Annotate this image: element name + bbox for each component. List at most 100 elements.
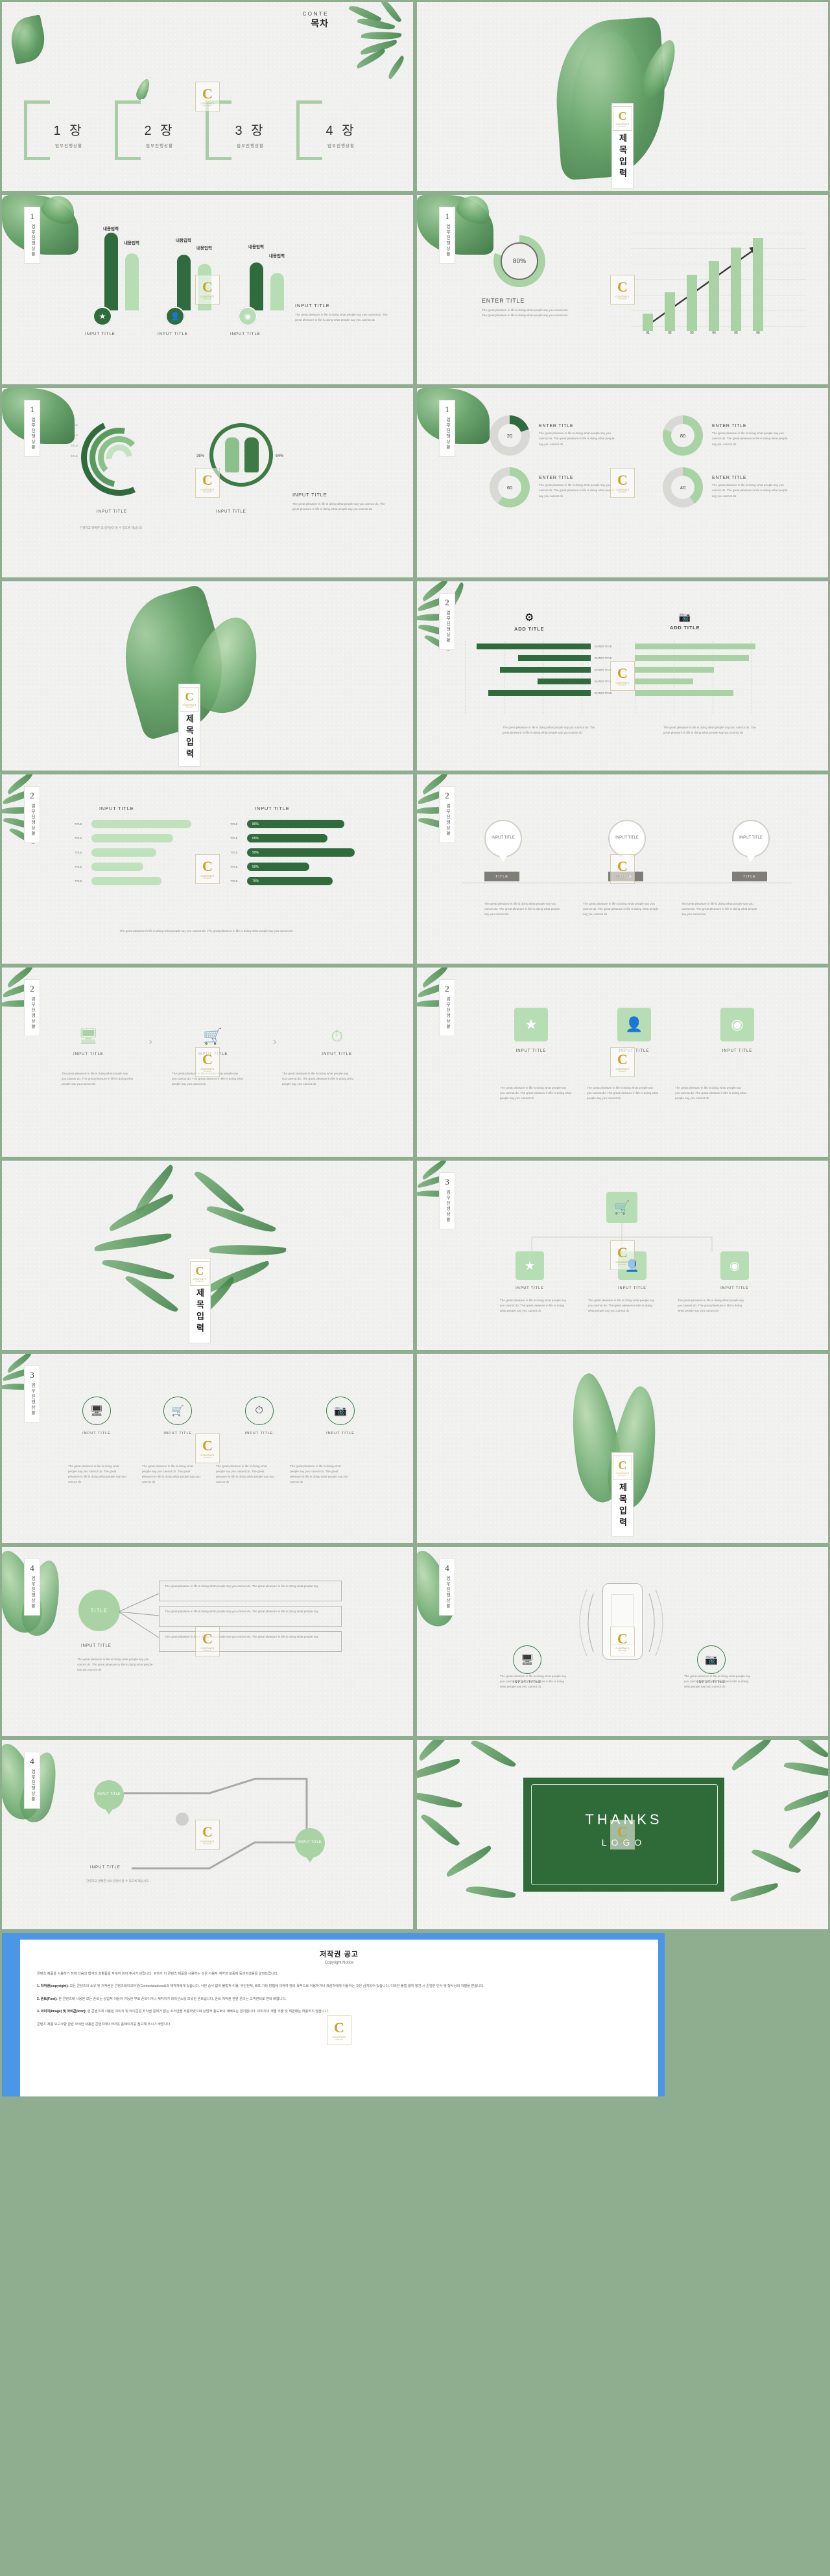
signal-wave-icon bbox=[579, 1589, 663, 1656]
monstera-leaf-decoration bbox=[417, 195, 495, 255]
chapter-tab: 2 업무진행상황 bbox=[439, 786, 455, 843]
donut-card: 40 ENTER TITLE The great pleasure in lif… bbox=[663, 467, 814, 507]
watermark-logo: C CONTENTS TAKEOUT bbox=[195, 1433, 220, 1463]
circle-note: The great pleasure in life is doing what… bbox=[68, 1465, 126, 1484]
square-icon-label: INPUT TITLE bbox=[619, 1049, 650, 1053]
icon-note: The great pleasure in life is doing what… bbox=[587, 1086, 658, 1100]
copyright-clause-head: 1. 저작권(copyright): bbox=[37, 1984, 69, 1989]
process-step[interactable]: 🛒 INPUT TITLE bbox=[198, 1027, 228, 1056]
pin-item[interactable]: INPUT TITLE TITLE bbox=[732, 820, 770, 881]
cart-icon[interactable]: 🛒 bbox=[606, 1192, 637, 1223]
rss-icon-badge[interactable]: ◉ bbox=[238, 307, 257, 326]
panel-note-left: The great pleasure in life is doing what… bbox=[503, 726, 595, 735]
toc-chapter-item[interactable]: 1 장 업무진행상황 bbox=[24, 99, 95, 161]
person-icon-badge[interactable]: 👤 bbox=[165, 307, 185, 326]
toc-chapter-subtitle: 업무진행상황 bbox=[55, 144, 82, 148]
zigzag-node-2[interactable]: INPUT TITLE bbox=[295, 1828, 325, 1858]
icon-note: The great pleasure in life is doing what… bbox=[500, 1086, 571, 1100]
panel-header-right: 📷 ADD TITLE bbox=[670, 612, 700, 631]
square-icon-item[interactable]: ★ INPUT TITLE bbox=[514, 1008, 548, 1053]
donut-description: ENTER TITLE The great pleasure in life i… bbox=[482, 297, 569, 318]
toc-heading: CONTE 목차 bbox=[303, 11, 329, 30]
copyright-title: 저작권 공고 bbox=[320, 1951, 359, 1958]
org-note: The great pleasure in life is doing what… bbox=[588, 1299, 655, 1313]
monitor-icon: 🖥 bbox=[513, 1645, 541, 1674]
bar bbox=[731, 248, 741, 331]
tag-icon-badge[interactable]: ★ bbox=[93, 307, 112, 326]
pin-label: INPUT TITLE bbox=[492, 836, 515, 841]
pin-note: The great pleasure in life is doing what… bbox=[484, 902, 560, 916]
chevron-right-icon: › bbox=[273, 1036, 277, 1047]
org-node[interactable]: ★ INPUT TITLE bbox=[516, 1251, 544, 1290]
square-icon-item[interactable]: ◉ INPUT TITLE bbox=[720, 1008, 754, 1053]
column-group: 내용입력 내용입력 bbox=[99, 227, 172, 310]
circle-item[interactable]: ⏱ INPUT TITLE bbox=[244, 1397, 274, 1435]
clock-icon: ⏱ bbox=[244, 1397, 274, 1425]
pin-label: INPUT TITLE bbox=[739, 836, 763, 841]
toc-chapter-number: 2 장 bbox=[144, 124, 175, 138]
toc-chapter-number: 3 장 bbox=[235, 124, 266, 138]
gender-value-right: 64% bbox=[275, 454, 283, 458]
toc-chapter-item[interactable]: 4 장 업무진행상황 bbox=[296, 99, 368, 161]
section-title-text: 제목입력 bbox=[195, 1288, 205, 1335]
bar bbox=[635, 679, 693, 684]
toc-chapter-item[interactable]: 2 장 업무진행상황 bbox=[115, 99, 186, 161]
chapter-tab-number: 1 bbox=[30, 211, 34, 221]
slide-pill-bars: 2 업무진행상황 INPUT TITLE INPUT TITLE TITLE TI… bbox=[2, 774, 413, 964]
pin-tag: TITLE bbox=[608, 872, 643, 881]
pin-item[interactable]: INPUT TITLE TITLE bbox=[608, 820, 646, 881]
bar bbox=[635, 667, 714, 673]
org-node[interactable]: 👤 INPUT TITLE bbox=[618, 1251, 646, 1290]
copyright-clause: 2. 폰트(Font): 본 콘텐츠에 사용된 모든 폰트는 상업적 이용이 가… bbox=[37, 1996, 641, 2002]
panel-note-right: The great pleasure in life is doing what… bbox=[663, 726, 756, 735]
toc-chapter-list: 1 장 업무진행상황 2 장 업무진행상황 3 장 업무진행상황 4 장 업무진… bbox=[24, 99, 368, 161]
section-title-card: C CONTENTS TAKEOUT 제목입력 bbox=[189, 1258, 211, 1343]
process-step[interactable]: ⏱ INPUT TITLE bbox=[322, 1028, 352, 1056]
chapter-tab: 4 업무진행상황 bbox=[439, 1559, 455, 1616]
slide-pin-timeline: 2 업무진행상황 INPUT TITLE TITLE INPUT TITLE TI… bbox=[417, 774, 828, 964]
bar bbox=[488, 690, 591, 696]
donut-center-value: 60 bbox=[506, 484, 513, 491]
pill-panel-left: TITLE TITLE TITLE TITLE TITLE bbox=[75, 820, 191, 885]
x-tick: 02 bbox=[668, 331, 672, 335]
x-tick: 05 bbox=[734, 331, 738, 335]
thanks-panel-inner-border bbox=[531, 1784, 718, 1885]
zigzag-dot bbox=[176, 1813, 189, 1826]
circle-item[interactable]: 🖥 INPUT TITLE bbox=[82, 1397, 111, 1435]
chart-description: INPUT TITLE The great pleasure in life i… bbox=[292, 492, 385, 511]
step-note: The great pleasure in life is doing what… bbox=[282, 1072, 353, 1086]
copyright-clause-head: 3. 이미지(Image) 및 아이콘(Icon): bbox=[37, 2010, 87, 2014]
slide-column-chart: 1 업무진행상황 내용입력 내용입력 내용입력 내용입력 내용입력 내용입력 ★… bbox=[2, 195, 413, 384]
toc-chapter-number: 4 장 bbox=[326, 124, 357, 138]
camera-icon: 📷 bbox=[326, 1397, 355, 1425]
chapter-tab: 4 업무진행상황 bbox=[24, 1752, 40, 1809]
square-icon-label: INPUT TITLE bbox=[516, 1049, 547, 1053]
callout-badge[interactable]: TITLE bbox=[78, 1590, 120, 1631]
copyright-subtitle: Copyright Notice bbox=[324, 1961, 354, 1965]
org-node[interactable]: ◉ INPUT TITLE bbox=[720, 1251, 749, 1290]
bar bbox=[635, 644, 755, 649]
gender-value-left: 36% bbox=[196, 454, 205, 458]
circle-label: INPUT TITLE bbox=[82, 1432, 111, 1435]
fern-leaf-decoration bbox=[417, 968, 497, 1043]
zigzag-node-1[interactable]: INPUT TITLE bbox=[94, 1780, 124, 1810]
toc-chapter-item[interactable]: 3 장 업무진행상황 bbox=[206, 99, 277, 161]
copyright-clause-text: 모든 콘텐츠의 소유 및 저작권은 콘텐츠테이크아웃(Contentstakeo… bbox=[69, 1984, 484, 1989]
donut-center-value: 20 bbox=[506, 432, 513, 439]
thanks-logo: LOGO bbox=[601, 1837, 646, 1848]
bar-label: ENTER TITLE bbox=[595, 668, 612, 671]
chapter-tab: 3 업무진행상황 bbox=[24, 1365, 40, 1422]
chapter-tab: 2 업무진행상황 bbox=[439, 593, 455, 650]
circle-item[interactable]: 📷 INPUT TITLE bbox=[326, 1397, 355, 1435]
tag-icon: ★ bbox=[516, 1251, 544, 1280]
radial-label: TITLE bbox=[71, 444, 78, 447]
x-tick: 03 bbox=[690, 331, 694, 335]
slide-four-circles: 3 업무진행상황 🖥 INPUT TITLE 🛒 INPUT TITLE ⏱ IN… bbox=[2, 1354, 413, 1543]
circle-item[interactable]: 🛒 INPUT TITLE bbox=[163, 1397, 193, 1435]
square-icon-item[interactable]: 👤 INPUT TITLE bbox=[617, 1008, 651, 1053]
clock-icon: ⏱ bbox=[331, 1027, 343, 1045]
pin-item[interactable]: INPUT TITLE TITLE bbox=[484, 820, 522, 881]
monitor-icon: 🖥 bbox=[78, 1028, 99, 1045]
footnote-ko: 간결하고 명확한 의사전달이 될 수 있도록 해십시오 bbox=[80, 526, 143, 529]
process-step[interactable]: 🖥 INPUT TITLE bbox=[73, 1027, 104, 1056]
